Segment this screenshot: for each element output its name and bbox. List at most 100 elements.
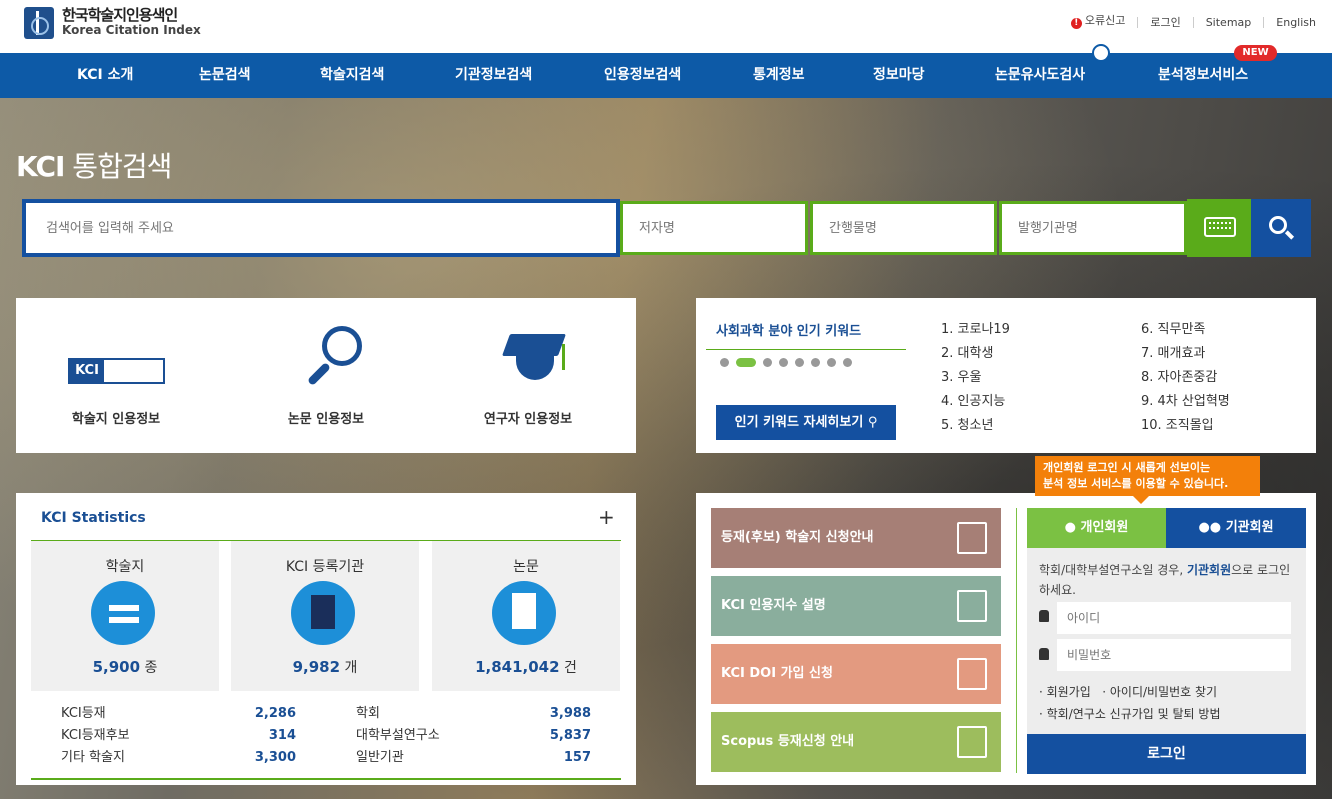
doi-application-button[interactable]: KCI DOI 가입 신청 xyxy=(711,644,1001,704)
nav-analysis-service[interactable]: 분석정보서비스 xyxy=(1158,53,1248,98)
keyword-title: 사회과학 분야 인기 키워드 xyxy=(716,324,862,339)
tab-institution-member[interactable]: ●● 기관회원 xyxy=(1166,508,1306,548)
pager-dot[interactable] xyxy=(795,358,804,367)
author-field xyxy=(620,201,808,255)
user-icon xyxy=(1039,610,1049,622)
tab-personal-member[interactable]: ● 개인회원 xyxy=(1027,508,1166,548)
password-input[interactable] xyxy=(1067,639,1291,671)
login-description: 학회/대학부설연구소일 경우, 기관회원으로 로그인 하세요. xyxy=(1039,563,1291,597)
keyword-panel: 사회과학 분야 인기 키워드 인기 키워드 자세히보기 ⚲ 1. 코로나19 2… xyxy=(696,298,1316,453)
pager-dot[interactable] xyxy=(763,358,772,367)
statistics-table: KCI등재 2,286 학회 3,988 KCI등재후보 314 대학부설연구소 5,837… xyxy=(61,703,611,769)
journal-input[interactable] xyxy=(829,204,994,252)
pen-icon xyxy=(957,658,987,690)
main-search-box xyxy=(22,199,620,257)
id-field xyxy=(1057,602,1291,634)
journal-application-button[interactable]: 등재(후보) 학술지 신청안내 xyxy=(711,508,1001,568)
keyword-item[interactable]: 6. 직무만족 xyxy=(1141,318,1230,342)
pager-dot[interactable] xyxy=(843,358,852,367)
login-button[interactable]: 로그인 xyxy=(1027,734,1306,774)
award-icon xyxy=(957,726,987,758)
building-icon xyxy=(291,581,355,645)
citation-index-button[interactable]: KCI 인용지수 설명 xyxy=(711,576,1001,636)
pager-dot[interactable] xyxy=(720,358,729,367)
graduation-cap-icon xyxy=(500,334,570,384)
nav-statistics[interactable]: 통계정보 xyxy=(753,53,805,98)
keyword-item[interactable]: 4. 인공지능 xyxy=(941,390,1010,414)
stat-box-papers: 논문 1,841,042 건 xyxy=(432,541,620,691)
nav-similarity-check[interactable]: 논문유사도검사 xyxy=(995,53,1085,98)
keyword-item[interactable]: 7. 매개효과 xyxy=(1141,342,1230,366)
nav-institution-search[interactable]: 기관정보검색 xyxy=(455,53,532,98)
virtual-keyboard-button[interactable] xyxy=(1187,199,1251,257)
users-icon: ●● xyxy=(1198,520,1222,535)
researcher-citation-link[interactable]: 연구자 인용정보 xyxy=(428,298,628,453)
keyword-detail-button[interactable]: 인기 키워드 자세히보기 ⚲ xyxy=(716,405,896,440)
keyword-list-1: 1. 코로나19 2. 대학생 3. 우울 4. 인공지능 5. 청소년 xyxy=(941,318,1010,438)
nav-citation-search[interactable]: 인용정보검색 xyxy=(604,53,681,98)
keyword-item[interactable]: 1. 코로나19 xyxy=(941,318,1010,342)
pager-dot[interactable] xyxy=(779,358,788,367)
stat-box-journals: 학술지 5,900 종 xyxy=(31,541,219,691)
statistics-more-button[interactable]: + xyxy=(598,505,615,529)
find-account-link[interactable]: · 아이디/비밀번호 찾기 xyxy=(1102,685,1217,699)
scopus-application-button[interactable]: Scopus 등재신청 안내 xyxy=(711,712,1001,772)
utility-links: ! 오류신고 로그인 Sitemap English xyxy=(1059,15,1328,29)
statistics-panel: KCI Statistics + 학술지 5,900 종 KCI 등록기관 9,… xyxy=(16,493,636,785)
magnifier-icon xyxy=(304,326,366,388)
error-report-link[interactable]: ! 오류신고 xyxy=(1059,15,1137,29)
statistics-title: KCI Statistics xyxy=(41,510,146,526)
main-search-input[interactable] xyxy=(26,203,616,253)
login-link[interactable]: 로그인 xyxy=(1137,16,1192,28)
publisher-field xyxy=(999,201,1187,255)
id-input[interactable] xyxy=(1067,602,1291,634)
table-row: 기타 학술지 3,300 일반기관 157 xyxy=(61,750,591,765)
kci-logo-icon xyxy=(24,7,54,39)
lock-icon xyxy=(1039,648,1049,660)
login-links: · 회원가입 · 아이디/비밀번호 찾기 · 학회/연구소 신규가입 및 탈퇴 … xyxy=(1039,681,1221,725)
search-icon: ⚲ xyxy=(867,415,878,430)
english-link[interactable]: English xyxy=(1263,16,1328,28)
search-title: KCI 통합검색 xyxy=(16,150,172,183)
new-badge: NEW xyxy=(1234,45,1277,61)
journal-citation-link[interactable]: KCI 학술지 인용정보 xyxy=(16,298,216,453)
search-icon xyxy=(1269,216,1287,234)
keyword-pager xyxy=(720,358,852,367)
pager-dot[interactable] xyxy=(811,358,820,367)
institution-join-link[interactable]: · 학회/연구소 신규가입 및 탈퇴 방법 xyxy=(1039,703,1221,725)
paper-citation-link[interactable]: 논문 인용정보 xyxy=(226,298,426,453)
keyword-item[interactable]: 2. 대학생 xyxy=(941,342,1010,366)
nav-info-yard[interactable]: 정보마당 xyxy=(873,53,925,98)
books-icon xyxy=(91,581,155,645)
keyboard-icon xyxy=(1204,217,1236,237)
author-input[interactable] xyxy=(639,204,805,252)
keyword-list-2: 6. 직무만족 7. 매개효과 8. 자아존중감 9. 4차 산업혁명 10. … xyxy=(1141,318,1230,438)
citation-panel: KCI 학술지 인용정보 논문 인용정보 연구자 인용정보 xyxy=(16,298,636,453)
sitemap-link[interactable]: Sitemap xyxy=(1192,16,1264,28)
similarity-magnifier-icon xyxy=(1092,44,1110,62)
institution-member-link[interactable]: 기관회원 xyxy=(1187,563,1231,577)
signup-link[interactable]: · 회원가입 xyxy=(1039,685,1091,699)
password-field xyxy=(1057,639,1291,671)
publisher-input[interactable] xyxy=(1018,204,1184,252)
site-logo[interactable]: 한국학술지인용색인 Korea Citation Index xyxy=(24,5,201,41)
logo-english-text: Korea Citation Index xyxy=(62,23,201,37)
nav-paper-search[interactable]: 논문검색 xyxy=(199,53,251,98)
table-row: KCI등재 2,286 학회 3,988 xyxy=(61,706,591,721)
keyword-item[interactable]: 5. 청소년 xyxy=(941,414,1010,438)
keyword-item[interactable]: 3. 우울 xyxy=(941,366,1010,390)
nav-kci-intro[interactable]: KCI 소개 xyxy=(77,53,133,98)
keyword-item[interactable]: 10. 조직몰입 xyxy=(1141,414,1230,438)
table-row: KCI등재후보 314 대학부설연구소 5,837 xyxy=(61,728,591,743)
user-icon: ● xyxy=(1064,520,1076,535)
search-button[interactable] xyxy=(1251,199,1311,257)
keyword-item[interactable]: 9. 4차 산업혁명 xyxy=(1141,390,1230,414)
nav-journal-search[interactable]: 학술지검색 xyxy=(320,53,384,98)
document-icon xyxy=(492,581,556,645)
pager-dot-active[interactable] xyxy=(736,358,756,367)
alert-icon: ! xyxy=(1070,18,1082,29)
login-tooltip: 개인회원 로그인 시 새롭게 선보이는 분석 정보 서비스를 이용할 수 있습니… xyxy=(1035,456,1260,504)
pager-dot[interactable] xyxy=(827,358,836,367)
keyword-item[interactable]: 8. 자아존중감 xyxy=(1141,366,1230,390)
chart-icon xyxy=(957,590,987,622)
